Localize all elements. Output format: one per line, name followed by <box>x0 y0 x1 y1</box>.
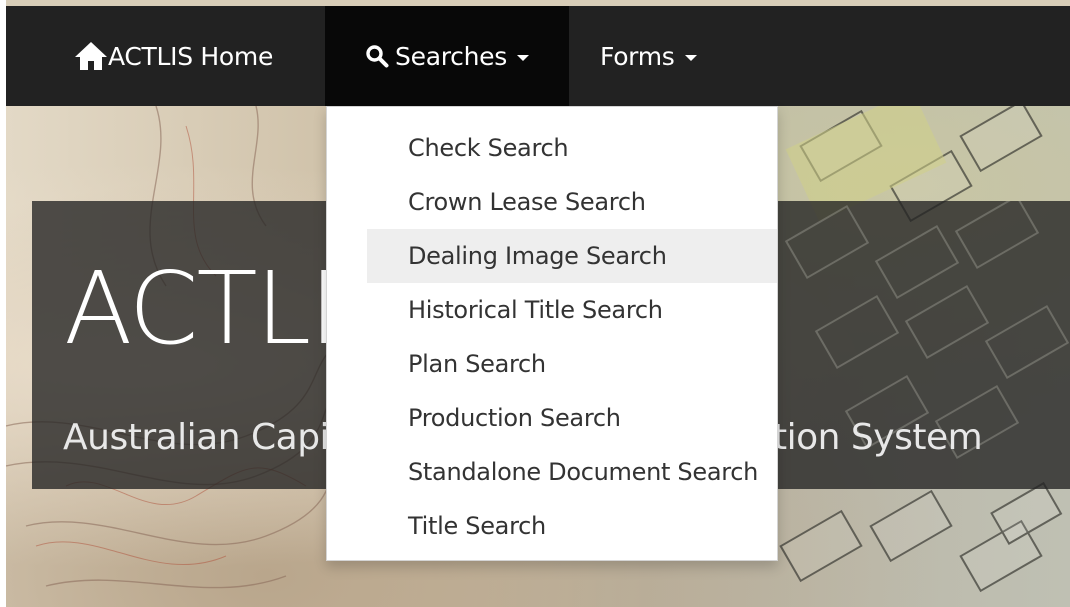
search-icon <box>365 44 389 68</box>
frame-edge <box>0 0 6 607</box>
dropdown-item-plan-search[interactable]: Plan Search <box>367 337 777 391</box>
dropdown-item-title-search[interactable]: Title Search <box>367 499 777 553</box>
nav-home-label: ACTLIS Home <box>108 41 274 71</box>
chevron-down-icon <box>516 55 529 61</box>
home-icon <box>74 41 108 71</box>
nav-home-link[interactable]: ACTLIS Home <box>74 6 273 106</box>
dropdown-item-dealing-image-search[interactable]: Dealing Image Search <box>367 229 777 283</box>
dropdown-item-crown-lease-search[interactable]: Crown Lease Search <box>367 175 777 229</box>
nav-forms-label: Forms <box>600 41 675 71</box>
top-navbar: ACTLIS Home Searches Forms <box>6 6 1070 106</box>
nav-searches-dropdown-toggle[interactable]: Searches <box>325 6 569 106</box>
searches-dropdown-menu: Check Search Crown Lease Search Dealing … <box>326 106 778 561</box>
nav-forms-dropdown-toggle[interactable]: Forms <box>600 6 697 106</box>
chevron-down-icon <box>684 55 697 61</box>
dropdown-item-production-search[interactable]: Production Search <box>367 391 777 445</box>
nav-searches-label: Searches <box>395 41 507 71</box>
dropdown-item-check-search[interactable]: Check Search <box>367 121 777 175</box>
dropdown-item-historical-title-search[interactable]: Historical Title Search <box>367 283 777 337</box>
dropdown-item-standalone-document-search[interactable]: Standalone Document Search <box>367 445 777 499</box>
